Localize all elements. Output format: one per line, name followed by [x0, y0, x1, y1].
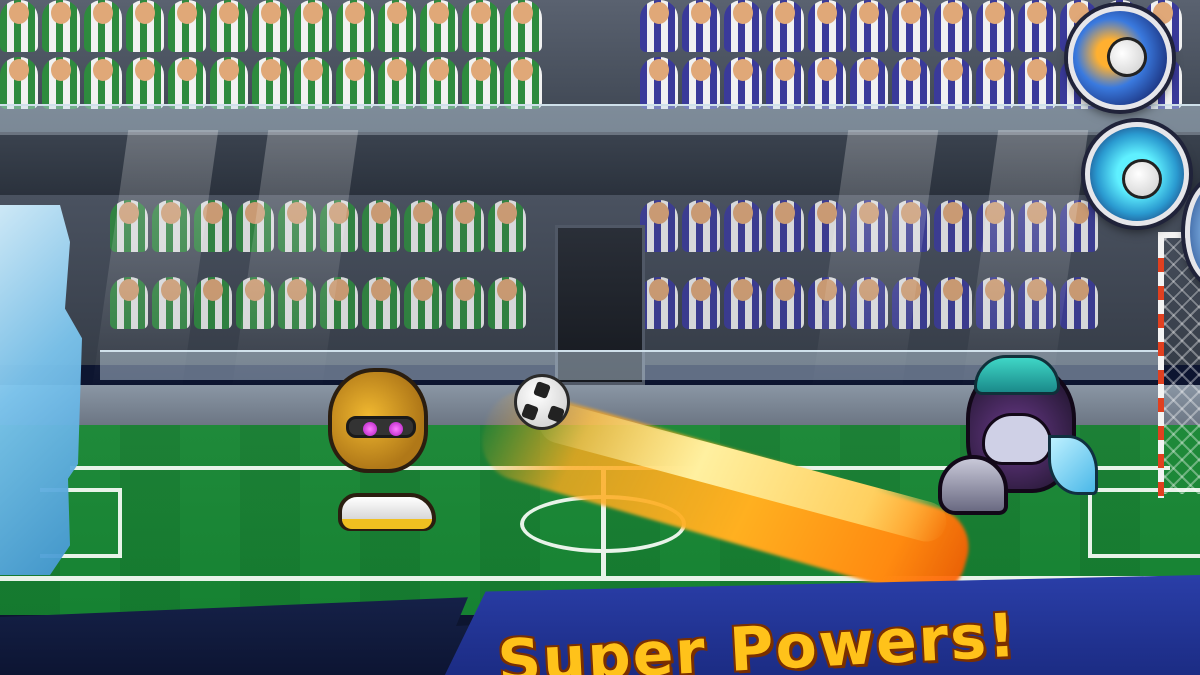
upper-crowd-home: [0, 0, 560, 110]
player-right-hair: [974, 355, 1060, 395]
penalty-box-right: [1088, 488, 1200, 558]
player-right-face: [982, 413, 1052, 465]
player-right-wing: [1048, 435, 1098, 495]
player-left-shoe: [338, 493, 436, 531]
player-left-visor: [346, 416, 416, 438]
soccer-ball: [514, 374, 570, 430]
player-right-yeti: [938, 355, 1098, 533]
game-scene: Super Powers!: [0, 0, 1200, 675]
player-left-robot: [318, 368, 438, 536]
fireball-power-icon[interactable]: [1068, 6, 1172, 110]
ghost-ball-power-icon[interactable]: [1085, 122, 1189, 226]
goal-right: [1158, 232, 1200, 498]
